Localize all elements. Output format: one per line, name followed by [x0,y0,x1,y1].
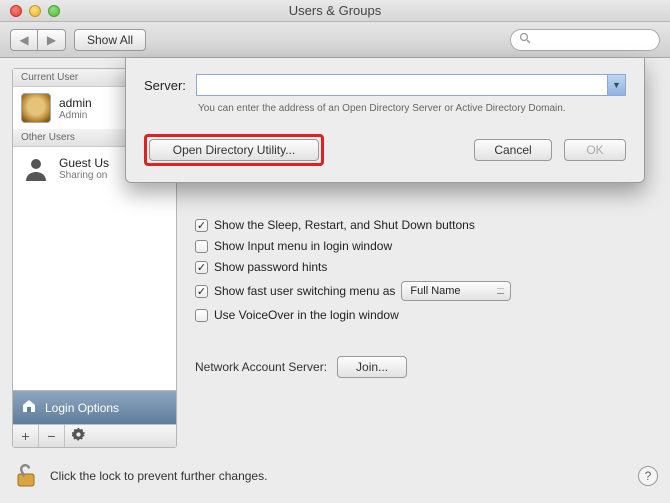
add-user-button[interactable]: + [13,425,39,447]
checkbox[interactable] [195,219,208,232]
opt-label: Show fast user switching menu as [214,284,395,298]
server-hint: You can enter the address of an Open Dir… [198,102,618,116]
lock-button[interactable] [12,462,40,490]
footer: Click the lock to prevent further change… [12,462,658,490]
remove-user-button[interactable]: − [39,425,65,447]
toolbar: ◀ ▶ Show All [0,22,670,58]
search-input[interactable] [510,29,660,51]
network-label: Network Account Server: [195,360,327,374]
checkbox[interactable] [195,285,208,298]
checkbox[interactable] [195,261,208,274]
server-combobox[interactable]: ▼ [196,74,626,96]
checkbox[interactable] [195,240,208,253]
sidebar-footer: + − [13,424,176,447]
lock-text: Click the lock to prevent further change… [50,469,267,483]
gear-button[interactable] [65,425,91,447]
fast-switch-popup[interactable]: Full Name [401,281,511,301]
open-directory-utility-button[interactable]: Open Directory Utility... [149,139,319,161]
window-title: Users & Groups [0,3,670,18]
chevron-left-icon: ◀ [19,33,28,47]
opt-label: Show Input menu in login window [214,239,392,253]
help-icon: ? [645,469,652,483]
gear-icon [72,428,85,444]
user-role: Admin [59,110,92,121]
chevron-right-icon: ▶ [47,33,56,47]
show-all-button[interactable]: Show All [74,29,146,51]
ok-button[interactable]: OK [564,139,626,161]
opt-show-buttons[interactable]: Show the Sleep, Restart, and Shut Down b… [195,218,654,232]
popup-value: Full Name [410,285,460,297]
guest-sub: Sharing on [59,170,109,181]
join-button[interactable]: Join... [337,356,407,378]
home-icon [21,398,37,417]
cancel-button[interactable]: Cancel [474,139,552,161]
network-account-row: Network Account Server: Join... [195,356,654,378]
server-sheet: Server: ▼ You can enter the address of a… [125,58,645,183]
avatar [21,93,51,123]
forward-button[interactable]: ▶ [38,29,66,51]
help-button[interactable]: ? [638,466,658,486]
guest-silhouette-icon [21,153,51,183]
combo-arrow-icon[interactable]: ▼ [607,75,625,95]
user-name: admin [59,96,92,110]
opt-label: Use VoiceOver in the login window [214,308,399,322]
opt-input-menu[interactable]: Show Input menu in login window [195,239,654,253]
titlebar: Users & Groups [0,0,670,22]
search-icon [519,32,531,47]
opt-label: Show password hints [214,260,327,274]
open-directory-highlight: Open Directory Utility... [144,134,324,166]
opt-fast-switch[interactable]: Show fast user switching menu as Full Na… [195,281,654,301]
server-label: Server: [144,78,186,93]
lock-open-icon [14,462,38,491]
guest-name: Guest Us [59,156,109,170]
checkbox[interactable] [195,309,208,322]
opt-label: Show the Sleep, Restart, and Shut Down b… [214,218,475,232]
nav-segment: ◀ ▶ [10,29,66,51]
sidebar-login-options[interactable]: Login Options [13,390,176,424]
login-options-label: Login Options [45,401,119,415]
opt-voiceover[interactable]: Use VoiceOver in the login window [195,308,654,322]
back-button[interactable]: ◀ [10,29,38,51]
opt-password-hints[interactable]: Show password hints [195,260,654,274]
content: Current User admin Admin Other Users Gue… [0,58,670,503]
